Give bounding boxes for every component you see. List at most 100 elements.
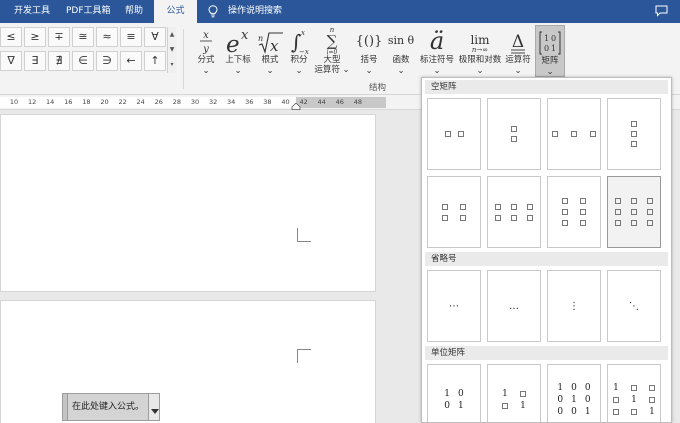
document-page-1[interactable] [0, 114, 376, 292]
margin-corner-mark [297, 349, 311, 363]
dots-midline-glyph: ⋯ [449, 300, 459, 312]
bracket-icon: {()} [355, 34, 383, 49]
lightbulb-icon [208, 5, 218, 18]
large-operator-button[interactable]: n ∑ i=0 大型 运算符 ⌄ [314, 25, 350, 81]
identity-3x3[interactable]: 100 010 001 [547, 364, 601, 422]
identity-2x2-sparse[interactable]: 1 1 [487, 364, 541, 422]
matrix-1x2-empty[interactable] [427, 98, 481, 170]
svg-text:x: x [270, 37, 279, 55]
integral-button[interactable]: ∫ x −x 积分 ⌄ [286, 25, 312, 81]
symbols-gallery: ≤ ≥ ∓ ≅ ≈ ≡ ∀ ∇ ∃ ∄ ∈ ∋ ← ↑ [0, 27, 168, 73]
fraction-button[interactable]: xy 分式 ⌄ [193, 25, 219, 81]
symbol-nabla[interactable]: ∇ [0, 51, 22, 71]
chevron-down-icon: ⌄ [433, 66, 441, 76]
equation-options-button[interactable] [148, 393, 161, 421]
symbol-not-exists[interactable]: ∄ [48, 51, 70, 71]
ruler-tick-label: 32 [208, 98, 218, 106]
dots-midline[interactable]: ⋯ [427, 270, 481, 342]
svg-text:1: 1 [544, 34, 549, 43]
dots-diagonal[interactable]: ⋱ [607, 270, 661, 342]
limit-log-button[interactable]: lim n→∞ 极限和对数 ⌄ [457, 25, 503, 81]
matrix-3x2-empty[interactable] [547, 176, 601, 248]
dots-baseline[interactable]: … [487, 270, 541, 342]
accent-button[interactable]: ä 标注符号 ⌄ [418, 25, 456, 81]
symbol-up-arrow[interactable]: ↑ [144, 51, 166, 71]
matrix-3x1-empty[interactable] [607, 98, 661, 170]
symbol-congruent[interactable]: ≅ [72, 27, 94, 47]
ruler-tick-label: 44 [317, 98, 326, 106]
ruler-tick-label: 24 [136, 98, 145, 106]
ruler-tick-label: 20 [100, 98, 109, 106]
symbol-left-arrow[interactable]: ← [120, 51, 142, 71]
dots-diagonal-glyph: ⋱ [629, 300, 639, 312]
tab-developer[interactable]: 开发工具 [14, 0, 50, 23]
script-button[interactable]: ex 上下标 ⌄ [221, 25, 255, 81]
function-icon: sin θ [387, 34, 415, 47]
integral-icon: ∫ x −x [286, 25, 312, 55]
document-page-2[interactable] [0, 300, 376, 423]
chevron-down-icon: ⌄ [476, 66, 484, 76]
ruler-tick-label: 26 [154, 98, 163, 106]
symbols-scroll[interactable]: ▲ ▼ ▾ [167, 27, 176, 73]
operator-label: 运算符 [505, 55, 531, 65]
fraction-label: 分式 [197, 55, 215, 65]
document-canvas[interactable]: 在此处键入公式。 [0, 111, 420, 423]
radical-button[interactable]: nx 根式 ⌄ [256, 25, 284, 81]
svg-text:Δ: Δ [512, 32, 524, 52]
operator-icon: Δ [503, 25, 533, 55]
scroll-up-icon[interactable]: ▲ [168, 27, 176, 42]
svg-text:−x: −x [299, 48, 309, 55]
equation-box[interactable]: 在此处键入公式。 [62, 393, 161, 421]
symbol-minus-plus[interactable]: ∓ [48, 27, 70, 47]
matrix-2x2-empty[interactable] [427, 176, 481, 248]
operator-button[interactable]: Δ 运算符 ⌄ [503, 25, 533, 81]
tab-pdf-toolbox[interactable]: PDF工具箱 [66, 0, 111, 23]
symbol-exists[interactable]: ∃ [24, 51, 46, 71]
section-header-empty-matrix: 空矩阵 [425, 80, 668, 94]
function-label: 函数 [392, 55, 410, 65]
ruler-tick-label: 30 [190, 98, 200, 106]
ruler-tick-label: 22 [118, 98, 127, 106]
scroll-down-icon[interactable]: ▼ [168, 42, 176, 57]
symbol-for-all[interactable]: ∀ [144, 27, 166, 47]
svg-text:x: x [301, 29, 305, 37]
matrix-button[interactable]: 1001 矩阵 ⌄ [535, 25, 565, 77]
identity-3x3-sparse[interactable]: 1 1 1 [607, 364, 661, 422]
accent-icon: ä [429, 27, 445, 55]
gallery-expand-icon[interactable]: ▾ [168, 57, 176, 72]
sum-icon: n ∑ i=0 [314, 25, 350, 55]
tell-me-search[interactable]: 操作说明搜索 [228, 0, 282, 23]
integral-label: 积分 [290, 55, 308, 65]
bracket-button[interactable]: {()} 括号 ⌄ [355, 25, 383, 81]
function-button[interactable]: sin θ 函数 ⌄ [386, 25, 416, 81]
ruler-tick-label: 12 [27, 98, 37, 106]
dots-vertical[interactable]: ⋮ [547, 270, 601, 342]
matrix-2x1-empty[interactable] [487, 98, 541, 170]
matrix-3x3-empty[interactable] [607, 176, 661, 248]
matrix-1x3-empty[interactable] [547, 98, 601, 170]
symbol-less-equal[interactable]: ≤ [0, 27, 22, 47]
svg-text:x: x [203, 30, 209, 41]
dots-vertical-glyph: ⋮ [569, 300, 579, 312]
symbol-greater-equal[interactable]: ≥ [24, 27, 46, 47]
ruler-tick-label: 46 [335, 98, 344, 106]
radical-label: 根式 [261, 55, 279, 65]
symbol-approx[interactable]: ≈ [96, 27, 118, 47]
symbol-identical[interactable]: ≡ [120, 27, 142, 47]
comment-icon[interactable] [655, 5, 668, 17]
structures-group-label: 结构 [369, 83, 387, 93]
right-indent-marker-icon[interactable] [291, 103, 301, 110]
tab-help[interactable]: 帮助 [125, 0, 143, 23]
equation-placeholder[interactable]: 在此处键入公式。 [68, 393, 149, 421]
chevron-down-icon: ⌄ [234, 66, 242, 76]
matrix-2x3-empty[interactable] [487, 176, 541, 248]
svg-text:x: x [241, 28, 249, 43]
limit-icon: lim n→∞ [470, 33, 490, 54]
chevron-down-icon: ⌄ [397, 66, 405, 76]
matrix-gallery-panel: 空矩阵 省略号 ⋯ … ⋮ ⋱ 单位矩阵 10 0 1 1 1 1 0 0 0 … [421, 77, 672, 423]
tab-equation[interactable]: 公式 [154, 0, 197, 23]
symbol-element-of[interactable]: ∈ [72, 51, 94, 71]
ribbon-separator [183, 29, 184, 89]
identity-2x2[interactable]: 10 01 [427, 364, 481, 422]
symbol-contains[interactable]: ∋ [96, 51, 118, 71]
